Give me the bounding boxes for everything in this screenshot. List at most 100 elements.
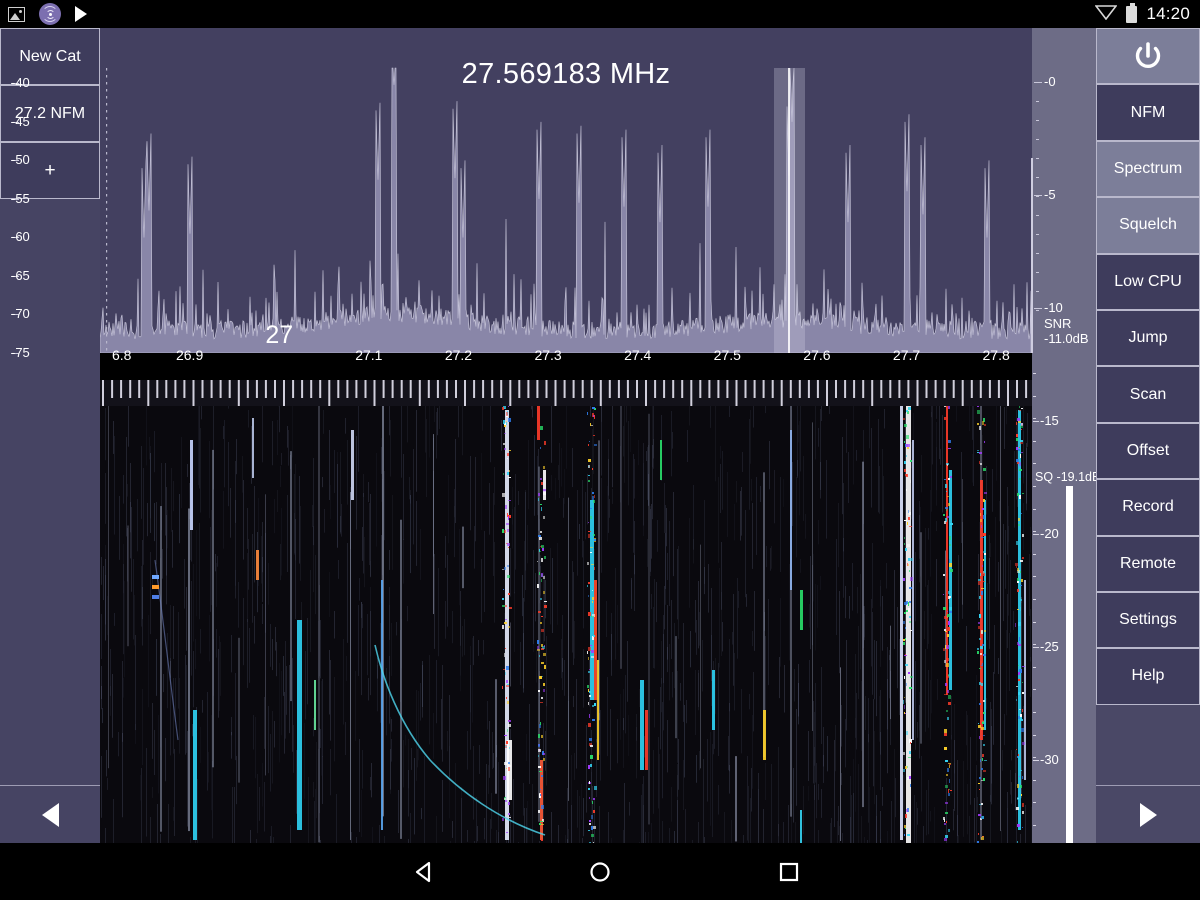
right-axis-minor-tick bbox=[1036, 272, 1039, 273]
control-button-low-cpu[interactable]: Low CPU bbox=[1096, 253, 1200, 310]
y-axis-label: -55 bbox=[11, 190, 30, 206]
x-axis-label: 26.9 bbox=[175, 347, 204, 363]
control-button-help[interactable]: Help bbox=[1096, 648, 1200, 705]
play-icon bbox=[75, 6, 87, 22]
control-sidebar: NFM Spectrum Squelch Low CPU Jump Scan Offset R… bbox=[1096, 28, 1200, 843]
meter-minor-tick bbox=[1033, 418, 1036, 420]
meter-minor-tick bbox=[1033, 712, 1036, 713]
x-axis-label: 6.8 bbox=[112, 347, 132, 363]
control-button-jump[interactable]: Jump bbox=[1096, 309, 1200, 367]
next-page-button[interactable] bbox=[1096, 785, 1200, 843]
y-axis-label: -45 bbox=[11, 113, 30, 129]
control-button-label: Record bbox=[1122, 498, 1174, 516]
nav-back-button[interactable] bbox=[365, 843, 485, 900]
right-axis-minor-tick bbox=[1036, 101, 1039, 102]
circle-home-icon bbox=[590, 861, 610, 882]
meter-minor-tick bbox=[1033, 576, 1036, 578]
x-axis-label: 27.6 bbox=[803, 347, 831, 363]
control-button-squelch[interactable]: Squelch bbox=[1096, 197, 1200, 254]
prev-page-button[interactable] bbox=[0, 785, 100, 843]
x-axis-label: 27.5 bbox=[713, 347, 741, 363]
meter-minor-tick bbox=[1033, 802, 1036, 804]
right-axis-minor-tick bbox=[1036, 139, 1039, 140]
right-axis-minor-tick bbox=[1036, 253, 1039, 254]
clock-label: 14:20 bbox=[1146, 4, 1190, 23]
right-axis-tick bbox=[1034, 308, 1042, 309]
y-axis-label: -65 bbox=[11, 267, 30, 283]
waterfall-ruler bbox=[100, 380, 1032, 406]
control-button-settings[interactable]: Settings bbox=[1096, 591, 1200, 649]
control-button-power[interactable] bbox=[1096, 28, 1200, 85]
control-button-offset[interactable]: Offset bbox=[1096, 422, 1200, 480]
spectrum-right-axis: -0 -5 -10 SNR -11.0dB bbox=[1028, 28, 1098, 353]
triangle-left-icon bbox=[41, 802, 59, 827]
tuned-frequency-line[interactable] bbox=[788, 68, 791, 353]
control-button-spectrum[interactable]: Spectrum bbox=[1096, 140, 1200, 198]
meter-minor-tick bbox=[1033, 373, 1036, 374]
x-axis-label: 27.1 bbox=[355, 347, 383, 363]
meter-label: -20 bbox=[1040, 526, 1059, 541]
nav-recents-button[interactable] bbox=[729, 843, 849, 900]
control-button-label: Offset bbox=[1126, 441, 1170, 459]
android-nav-bar bbox=[0, 843, 1200, 900]
y-axis-label: -50 bbox=[11, 152, 30, 168]
control-button-label: Jump bbox=[1128, 329, 1168, 347]
x-axis-label: 27.8 bbox=[982, 347, 1010, 363]
meter-minor-tick bbox=[1033, 531, 1036, 533]
control-button-record[interactable]: Record bbox=[1096, 479, 1200, 536]
y-axis-label: -40 bbox=[11, 75, 30, 91]
right-axis-label: -10 bbox=[1044, 300, 1063, 315]
triangle-right-icon bbox=[1139, 802, 1157, 827]
y-axis-label: -75 bbox=[11, 345, 30, 360]
meter-label: -30 bbox=[1040, 752, 1059, 767]
meter-minor-tick bbox=[1033, 599, 1036, 600]
squelch-level-bar[interactable] bbox=[1066, 486, 1073, 843]
right-axis-minor-tick bbox=[1036, 215, 1039, 216]
android-status-bar: 14:20 bbox=[0, 0, 1200, 28]
meter-minor-tick bbox=[1033, 440, 1036, 442]
app-stage: New Cat 27.2 NFM + 27.569183 MHz -40 -45-… bbox=[0, 28, 1200, 876]
wifi-icon bbox=[1094, 4, 1119, 25]
meter-tick bbox=[1033, 760, 1039, 761]
right-axis-minor-tick bbox=[1036, 310, 1039, 311]
meter-minor-tick bbox=[1033, 734, 1036, 736]
waterfall-canvas bbox=[100, 380, 1032, 843]
app-root: 14:20 New Cat 27.2 NFM + 27.569183 MHz -… bbox=[0, 0, 1200, 900]
control-button-remote[interactable]: Remote bbox=[1096, 535, 1200, 592]
control-button-label: Squelch bbox=[1119, 216, 1177, 234]
meter-minor-tick bbox=[1033, 463, 1036, 465]
meter-label: -25 bbox=[1040, 639, 1059, 654]
meter-minor-tick bbox=[1033, 825, 1036, 826]
meter-minor-tick bbox=[1033, 486, 1036, 487]
triangle-back-icon bbox=[415, 861, 431, 882]
x-axis-label: 27.4 bbox=[624, 347, 652, 363]
waterfall-display[interactable] bbox=[100, 380, 1032, 843]
nav-home-button[interactable] bbox=[540, 843, 660, 900]
meter-label: -15 bbox=[1040, 413, 1059, 428]
right-axis-minor-tick bbox=[1036, 196, 1039, 197]
meter-minor-tick bbox=[1033, 757, 1036, 759]
right-axis-minor-tick bbox=[1036, 120, 1039, 121]
meter-tick bbox=[1033, 421, 1039, 422]
meter-tick bbox=[1033, 534, 1039, 535]
spectrum-y-axis: -40 -45 -50 -55 -60 -65 -70 -75 bbox=[0, 28, 60, 360]
control-button-scan[interactable]: Scan bbox=[1096, 366, 1200, 423]
control-button-label: Scan bbox=[1129, 385, 1167, 403]
radio-tower-icon bbox=[39, 3, 61, 25]
snr-label: SNR -11.0dB bbox=[1044, 316, 1089, 346]
x-axis-label: 27 bbox=[265, 321, 294, 349]
right-axis-label: -5 bbox=[1044, 187, 1056, 202]
meter-minor-tick bbox=[1033, 553, 1036, 555]
right-axis-minor-tick bbox=[1036, 82, 1039, 83]
x-axis-label: 27.3 bbox=[534, 347, 562, 363]
meter-minor-tick bbox=[1033, 689, 1036, 691]
right-axis-minor-tick bbox=[1036, 234, 1039, 235]
x-axis-label: 27.7 bbox=[892, 347, 921, 363]
control-button-nfm[interactable]: NFM bbox=[1096, 84, 1200, 141]
spectrum-x-axis: 6.8 26.9 27 27.1 27.2 27.3 27.4 27.5 27.6 27.7 27.… bbox=[100, 321, 1032, 373]
frequency-readout: 27.569183 MHz bbox=[461, 58, 671, 90]
x-axis-label: 27.2 bbox=[444, 347, 473, 363]
control-button-label: Help bbox=[1131, 667, 1165, 685]
square-recents-icon bbox=[779, 862, 799, 881]
meter-minor-tick bbox=[1033, 508, 1036, 510]
